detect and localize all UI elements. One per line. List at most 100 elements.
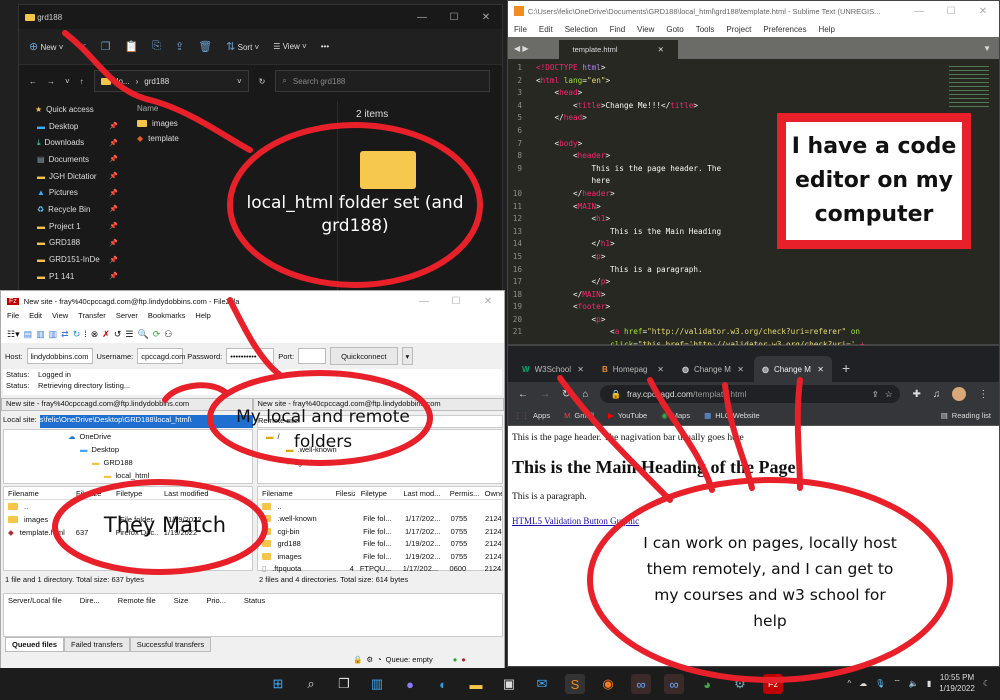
wifi-icon[interactable]: ⌔ (893, 678, 901, 688)
refresh-icon[interactable]: ↻ (73, 329, 81, 340)
column-header[interactable]: Filetype (116, 489, 158, 498)
firefox-icon[interactable]: ◉ (598, 674, 618, 694)
copy-icon[interactable]: ❐ (101, 40, 111, 53)
quickconnect-dropdown[interactable]: ▾ (401, 347, 414, 365)
table-row[interactable]: .. (4, 500, 252, 513)
column-header[interactable]: Size (174, 596, 189, 605)
tab-nav-arrows[interactable]: ◀ ▶ (514, 44, 529, 53)
menu-item[interactable]: Find (610, 25, 626, 34)
cancel-icon[interactable]: ⊗ (91, 329, 99, 340)
menu-item[interactable]: Project (726, 25, 751, 34)
toggle-queue-icon[interactable]: ⇄ (61, 329, 69, 340)
column-header[interactable]: Last mod... (403, 489, 443, 498)
column-header[interactable]: Filesize (335, 489, 354, 498)
column-header-name[interactable]: Name (137, 101, 337, 116)
browser-tab[interactable]: ◍ Change M ✕ (674, 356, 752, 382)
toggle-local-tree-icon[interactable]: ▥ (36, 329, 45, 340)
back-button[interactable]: ← (29, 77, 37, 86)
menu-item[interactable]: Help (818, 25, 834, 34)
close-tab-icon[interactable]: ✕ (658, 45, 664, 54)
bookmark-item[interactable]: M Gmail (564, 411, 594, 420)
forward-button[interactable]: → (540, 389, 550, 400)
extensions-icon[interactable]: ✚ (912, 389, 920, 400)
new-tab-button[interactable]: + (842, 360, 850, 376)
column-header[interactable]: Filesize (76, 489, 110, 498)
task-view-icon[interactable]: ❐ (334, 674, 354, 694)
close-button[interactable]: ✕ (967, 6, 999, 17)
menu-item[interactable]: Preferences (763, 25, 806, 34)
menu-item[interactable]: Server (116, 311, 138, 325)
reading-list-button[interactable]: ▤ Reading list (941, 411, 991, 420)
up-button[interactable]: ↑ (80, 77, 84, 86)
menu-item[interactable]: View (637, 25, 654, 34)
file-explorer-icon[interactable]: ▬ (466, 674, 486, 694)
bookmark-item[interactable]: ⋮⋮ Apps (514, 411, 550, 420)
menu-item[interactable]: File (7, 311, 19, 325)
sidebar-item[interactable]: ▬ JGH Dictatior 📌 (19, 168, 124, 185)
menu-item[interactable]: Edit (539, 25, 553, 34)
media-icon[interactable]: ♫ (933, 389, 941, 400)
close-button[interactable]: ✕ (470, 12, 502, 23)
process-queue-icon[interactable]: ⁞ (84, 329, 87, 339)
settings-icon[interactable]: ⚙ (730, 674, 750, 694)
sublime-text-icon[interactable]: S (565, 674, 585, 694)
minimap[interactable] (949, 63, 989, 108)
close-button[interactable]: ✕ (472, 296, 504, 307)
back-button[interactable]: ← (518, 389, 528, 400)
maximize-button[interactable]: ☐ (440, 296, 472, 307)
table-row[interactable]: .. (258, 500, 502, 513)
binoculars-icon[interactable]: ⚇ (164, 329, 172, 340)
paste-icon[interactable]: 📋 (124, 40, 138, 53)
column-header[interactable]: Last modified (164, 489, 214, 498)
column-header[interactable]: Filetype (361, 489, 398, 498)
site-tab[interactable]: New site - fray%40cpccagd.com@ftp.lindyd… (1, 398, 253, 411)
address-bar[interactable]: lo... › grd188 ˅ (93, 70, 249, 92)
close-tab-icon[interactable]: ✕ (737, 365, 744, 374)
new-button[interactable]: ⊕ New ˅ (29, 40, 63, 53)
sidebar-item[interactable]: ⤓ Downloads 📌 (19, 134, 124, 151)
rename-icon[interactable]: ⎘ (152, 40, 161, 53)
table-row[interactable]: grd188 File fol... 1/19/202... 0755 2124 (258, 538, 502, 551)
tab-template-html[interactable]: template.html ✕ (558, 40, 678, 59)
menu-item[interactable]: Edit (29, 311, 42, 325)
site-manager-icon[interactable]: ☷▾ (7, 329, 20, 340)
close-tab-icon[interactable]: ✕ (817, 365, 824, 374)
address-bar[interactable]: 🔒 fray.cpccagd.com/template.html ⇪ ☆ (600, 385, 901, 403)
volume-icon[interactable]: 🔈 (909, 679, 919, 688)
column-header[interactable]: Server/Local file (8, 596, 62, 605)
tree-node[interactable]: ▬ local_html (64, 469, 252, 482)
quickconnect-button[interactable]: Quickconnect (330, 347, 398, 365)
password-input[interactable]: •••••••••• (226, 348, 275, 364)
browser-tab[interactable]: ◍ Change M ✕ (754, 356, 832, 382)
column-header[interactable]: Prio... (206, 596, 226, 605)
webex-meetings-icon[interactable]: ∞ (664, 674, 684, 694)
focus-assist-icon[interactable]: ☾ (983, 679, 990, 688)
browser-tab[interactable]: W W3School ✕ (514, 356, 592, 382)
table-row[interactable]: ▯ .ftpquota 4 FTPQU... 1/17/202... 0600 2124 (258, 563, 502, 576)
queue-tab[interactable]: Successful transfers (129, 637, 212, 652)
column-header[interactable]: Dire... (80, 596, 100, 605)
disconnect-icon[interactable]: ✗ (102, 329, 110, 340)
sort-button[interactable]: ⇅ Sort ˅ (226, 40, 259, 53)
table-row[interactable]: .well-known File fol... 1/17/202... 0755 212… (258, 513, 502, 526)
sidebar-item[interactable]: ▬ Desktop 📌 (19, 118, 124, 135)
minimize-button[interactable]: — (408, 296, 440, 307)
bookmark-item[interactable]: ◉ Maps (661, 411, 690, 420)
store-icon[interactable]: ▣ (499, 674, 519, 694)
column-header[interactable]: Permis... (450, 489, 479, 498)
chrome-icon[interactable]: ◕ (697, 674, 717, 694)
table-row[interactable]: images File fol... 1/19/202... 0755 2124 (258, 550, 502, 563)
list-item[interactable]: images (137, 116, 337, 131)
forward-button[interactable]: → (47, 77, 55, 86)
reload-button[interactable]: ↻ (562, 389, 570, 400)
menu-item[interactable]: Bookmarks (148, 311, 186, 325)
menu-item[interactable]: Selection (565, 25, 598, 34)
column-header[interactable]: Filename (8, 489, 70, 498)
mail-icon[interactable]: ✉ (532, 674, 552, 694)
tree-node[interactable]: ? cgi-bin (262, 456, 502, 469)
sidebar-item[interactable]: ★ Quick access (19, 101, 124, 118)
widgets-icon[interactable]: ▥ (367, 674, 387, 694)
tree-node[interactable]: ▬ GRD188 (64, 456, 252, 469)
teams-chat-icon[interactable]: ● (400, 674, 420, 694)
recent-button[interactable]: ˅ (65, 77, 70, 86)
